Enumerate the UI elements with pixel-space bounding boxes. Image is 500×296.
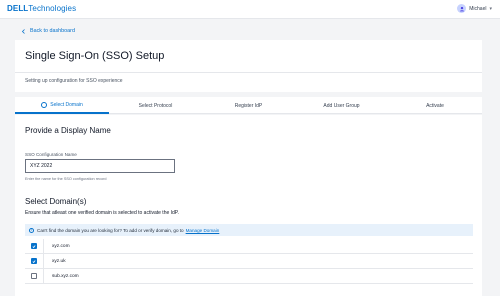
step-select-protocol[interactable]: Select Protocol [109,97,202,114]
info-icon: i [29,227,34,233]
chevron-down-icon: ▾ [489,5,492,12]
chevron-left-icon [21,28,25,34]
list-item[interactable]: xyz.uk [25,253,473,269]
list-item[interactable]: xyz.com [25,238,473,254]
display-name-heading: Provide a Display Name [25,126,111,135]
domain-name: xyz.com [52,243,70,249]
user-avatar-icon [457,4,467,13]
step-register-idp[interactable]: Register IdP [202,97,295,114]
config-name-helper: Enter the name for the SSO configuration… [25,177,107,181]
check-icon [32,259,36,263]
domain-checkbox[interactable] [31,258,37,264]
domain-checkbox[interactable] [31,273,37,279]
page-title: Single Sign-On (SSO) Setup [25,50,165,62]
form-card: Provide a Display Name SSO Configuration… [15,115,482,296]
back-link-label: Back to dashboard [30,28,75,34]
list-item[interactable]: sub.xyz.com [25,268,473,284]
config-name-input[interactable] [25,159,175,173]
page-header: Single Sign-On (SSO) Setup [15,40,482,73]
dell-logo[interactable]: DELLTechnologies [7,4,76,13]
domain-list: xyz.com xyz.uk sub.xyz.com [25,238,473,284]
manage-domain-link[interactable]: Manage Domain [186,228,220,233]
step-select-domain[interactable]: Select Domain [15,97,109,114]
page-subtitle: Setting up configuration for SSO experie… [25,78,123,84]
page-subtitle-bar: Setting up configuration for SSO experie… [15,73,482,92]
back-to-dashboard-link[interactable]: Back to dashboard [21,28,75,34]
user-name: Michael [469,5,487,12]
domain-name: sub.xyz.com [52,273,79,279]
setup-stepper: Select Domain Select Protocol Register I… [15,97,482,114]
step-activate[interactable]: Activate [388,97,482,114]
divider [43,268,44,284]
config-name-label: SSO Configuration Name [25,152,77,157]
domains-note: Ensure that atleast one verified domain … [25,210,179,216]
info-banner: i Can't find the domain you are looking … [25,224,473,236]
domain-name: xyz.uk [52,258,66,264]
step-circle-icon [41,101,48,108]
check-icon [32,244,36,248]
divider [43,253,44,269]
divider [43,238,44,254]
user-menu[interactable]: Michael ▾ [457,4,492,13]
select-domains-heading: Select Domain(s) [25,197,87,206]
top-bar: DELLTechnologies Michael ▾ [0,0,500,19]
domain-checkbox[interactable] [31,243,37,249]
step-add-user-group[interactable]: Add User Group [295,97,388,114]
info-text: Can't find the domain you are looking fo… [37,227,184,233]
